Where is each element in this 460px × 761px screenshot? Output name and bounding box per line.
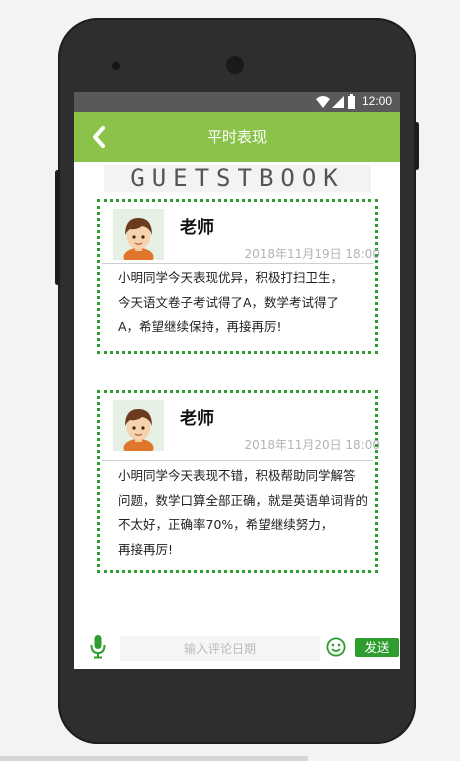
comment-author: 老师 <box>180 409 214 429</box>
phone-power-button <box>414 122 419 170</box>
divider <box>102 263 373 264</box>
status-time: 12:00 <box>361 94 392 108</box>
comment-text: 小明同学今天表现不错，积极帮助同学解答 问题，数学口算全部正确，就是英语单词背的… <box>118 468 369 557</box>
guestbook-banner: GUETSTBOOK <box>104 165 371 192</box>
battery-icon <box>348 94 355 109</box>
comment-date: 2018年11月19日 18:00 <box>244 247 380 261</box>
comment-author: 老师 <box>180 218 214 238</box>
voice-input-button[interactable] <box>90 635 106 663</box>
app-screen: 12:00 平时表现 GUETSTBOOK 老师 2018年11月19日 18: <box>74 92 400 669</box>
divider <box>102 460 373 461</box>
smiley-icon <box>326 637 346 657</box>
emoji-button[interactable] <box>326 637 346 661</box>
comment-card: 老师 2018年11月19日 18:00 小明同学今天表现优异，积极打扫卫生， … <box>97 199 380 354</box>
microphone-icon <box>90 635 106 659</box>
send-button[interactable]: 发送 <box>355 638 399 657</box>
front-camera <box>112 62 120 70</box>
comment-header: 老师 2018年11月20日 18:00 <box>110 400 380 455</box>
page-title: 平时表现 <box>206 129 267 146</box>
wifi-icon <box>316 96 330 108</box>
status-bar: 12:00 <box>74 92 400 112</box>
horizontal-scrollbar[interactable] <box>0 756 308 761</box>
comment-text: 小明同学今天表现优异，积极打扫卫生， 今天语文卷子考试得了A，数学考试得了 A，… <box>118 270 344 334</box>
comment-header: 老师 2018年11月19日 18:00 <box>110 209 380 264</box>
teacher-avatar <box>113 209 164 260</box>
comment-card: 老师 2018年11月20日 18:00 小明同学今天表现不错，积极帮助同学解答… <box>97 390 380 573</box>
earpiece-speaker <box>226 56 244 74</box>
teacher-avatar <box>113 400 164 451</box>
comment-input[interactable] <box>120 636 320 661</box>
comment-date: 2018年11月20日 18:00 <box>244 438 380 452</box>
app-bar: 平时表现 <box>74 112 400 162</box>
signal-icon <box>332 96 344 108</box>
comment-input-bar: 发送 <box>74 624 400 669</box>
phone-side-button <box>55 170 60 285</box>
